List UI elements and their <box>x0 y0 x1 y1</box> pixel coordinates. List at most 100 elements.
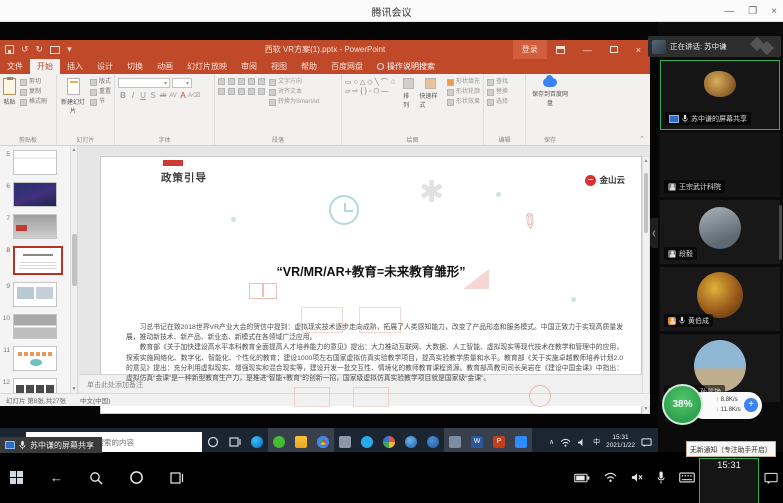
slide-7-thumbnail[interactable] <box>13 214 57 239</box>
shape-outline-button[interactable]: 形状轮廓 <box>447 88 480 97</box>
thumbnail-row[interactable]: 5 <box>0 150 57 175</box>
bold-button[interactable]: B <box>118 91 128 100</box>
tab-transitions[interactable]: 切换 <box>120 59 150 74</box>
tab-baidu-netdisk[interactable]: 百度网盘 <box>324 59 370 74</box>
numbering-icon[interactable] <box>228 78 235 85</box>
justify-icon[interactable] <box>248 88 255 95</box>
sidebar-scrollbar[interactable] <box>779 205 782 260</box>
battery-icon[interactable] <box>574 473 590 483</box>
align-center-icon[interactable] <box>228 88 235 95</box>
copy-button[interactable]: 复制 <box>20 88 47 97</box>
participant-tile[interactable]: 黄伯成 <box>660 267 780 331</box>
arrange-button[interactable]: 排列 <box>403 78 414 109</box>
net-widget-plus-button[interactable]: + <box>744 398 758 412</box>
tab-review[interactable]: 审阅 <box>234 59 264 74</box>
scrollbar-thumb[interactable] <box>72 234 77 286</box>
tray-expand-icon[interactable]: ∧ <box>549 438 554 446</box>
align-text-button[interactable]: 对齐文本 <box>269 88 320 97</box>
scroll-up-icon[interactable]: ▲ <box>71 147 77 153</box>
clear-format-button[interactable]: A⌫ <box>188 92 198 99</box>
save-to-baidu-button[interactable]: 保存到百度网盘 <box>529 78 571 107</box>
scrollbar-thumb[interactable] <box>644 173 648 233</box>
line-spacing-icon[interactable] <box>258 78 265 85</box>
font-size-select[interactable]: ▾ <box>172 78 192 88</box>
thumbnail-row[interactable]: 10 <box>0 314 57 339</box>
thumbnail-row[interactable]: 11 <box>0 346 57 371</box>
ime-indicator[interactable]: 中 <box>593 437 600 447</box>
net-percent-badge[interactable]: 38% <box>662 384 703 425</box>
tab-insert[interactable]: 插入 <box>60 59 90 74</box>
increase-indent-icon[interactable] <box>248 78 255 85</box>
format-painter-button[interactable]: 格式刷 <box>20 98 47 107</box>
tab-help[interactable]: 帮助 <box>294 59 324 74</box>
smartart-button[interactable]: 转换为SmartArt <box>269 98 320 107</box>
minimize-icon[interactable]: — <box>724 6 734 17</box>
sidebar-collapse-handle[interactable]: ❮ <box>650 218 658 248</box>
slide-11-thumbnail[interactable] <box>13 346 57 371</box>
ribbon-display-icon[interactable] <box>547 40 574 59</box>
strikethrough-button[interactable]: ab <box>158 93 168 99</box>
search-icon[interactable] <box>89 471 103 485</box>
collapse-ribbon-icon[interactable]: ⌃ <box>639 135 645 143</box>
align-right-icon[interactable] <box>238 88 245 95</box>
undo-icon[interactable]: ↺ <box>21 43 29 56</box>
scroll-down-icon[interactable]: ▼ <box>71 386 77 392</box>
slide-5-thumbnail[interactable] <box>13 150 57 175</box>
scroll-down-icon[interactable]: ▼ <box>643 406 649 412</box>
keyboard-icon[interactable] <box>679 472 695 483</box>
italic-button[interactable]: I <box>128 91 138 100</box>
slide-canvas[interactable]: 政策引导 金山云 ✱ ✎ “VR/MR/AR+教育=未来教育雏形” 习总书记在致… <box>100 156 642 414</box>
align-left-icon[interactable] <box>218 88 225 95</box>
redo-icon[interactable]: ↻ <box>36 43 44 56</box>
scroll-up-icon[interactable]: ▲ <box>643 158 649 164</box>
font-name-select[interactable]: ▾ <box>118 78 170 88</box>
volume-mute-icon[interactable] <box>631 472 643 483</box>
language-indicator[interactable]: 中文(中国) <box>80 395 110 405</box>
tab-animations[interactable]: 动画 <box>150 59 180 74</box>
canvas-scrollbar[interactable]: ▲ ▼ <box>642 156 650 414</box>
participant-tile[interactable]: 王宗武计科院 <box>660 133 780 197</box>
text-shadow-button[interactable]: S <box>148 91 158 100</box>
cut-button[interactable]: 剪切 <box>20 78 47 87</box>
bullets-icon[interactable] <box>218 78 225 85</box>
mic-icon[interactable] <box>657 471 665 484</box>
tell-me-search[interactable]: 操作说明搜索 <box>370 59 442 74</box>
thumbnail-row[interactable]: 8 <box>0 246 63 275</box>
thumbnail-row[interactable]: 6 <box>0 182 57 207</box>
font-color-button[interactable]: A <box>178 91 188 100</box>
tab-home[interactable]: 开始 <box>30 59 60 74</box>
login-button[interactable]: 登录 <box>513 40 547 59</box>
slideshow-icon[interactable] <box>50 46 60 54</box>
slide-9-thumbnail[interactable] <box>13 282 57 307</box>
columns-icon[interactable] <box>258 88 265 95</box>
ppt-close-icon[interactable]: × <box>627 40 650 59</box>
action-center-icon[interactable] <box>641 437 652 448</box>
paste-button[interactable]: 粘贴 <box>3 78 16 107</box>
participant-tile[interactable]: 段毅 <box>660 200 780 264</box>
network-icon[interactable] <box>560 438 571 447</box>
action-center-button[interactable] <box>764 472 779 490</box>
layout-button[interactable]: 版式 <box>90 78 111 87</box>
cortana-icon[interactable] <box>129 470 144 485</box>
maximize-icon[interactable]: ❐ <box>748 6 757 17</box>
system-clock[interactable]: 15:31 星期五 2021/1/22 <box>699 458 759 503</box>
close-icon[interactable]: × <box>771 6 777 17</box>
slide-8-thumbnail-selected[interactable] <box>13 246 63 275</box>
slide-10-thumbnail[interactable] <box>13 314 57 339</box>
task-view-icon[interactable] <box>170 471 184 485</box>
tray-clock[interactable]: 15:31 2021/1/22 <box>606 434 635 451</box>
volume-icon[interactable] <box>577 438 587 447</box>
tab-design[interactable]: 设计 <box>90 59 120 74</box>
slide-6-thumbnail[interactable] <box>13 182 57 207</box>
thumbnail-row[interactable]: 7 <box>0 214 57 239</box>
wifi-icon[interactable] <box>604 472 617 483</box>
replace-button[interactable]: 替换 <box>487 88 522 97</box>
shapes-gallery[interactable]: ▭○△◇╲⌒☆ ▱⇨{}◦⬡— <box>345 78 398 109</box>
save-icon[interactable] <box>5 45 14 54</box>
participant-tile-screen-share[interactable]: 苏中谦的屏幕共享 <box>660 60 780 130</box>
find-button[interactable]: 查找 <box>487 78 522 87</box>
text-direction-button[interactable]: 文字方向 <box>269 78 320 87</box>
new-slide-button[interactable]: 新建幻灯片 <box>60 78 86 115</box>
back-icon[interactable]: ← <box>50 470 63 485</box>
qat-dropdown-icon[interactable]: ▾ <box>67 43 72 56</box>
